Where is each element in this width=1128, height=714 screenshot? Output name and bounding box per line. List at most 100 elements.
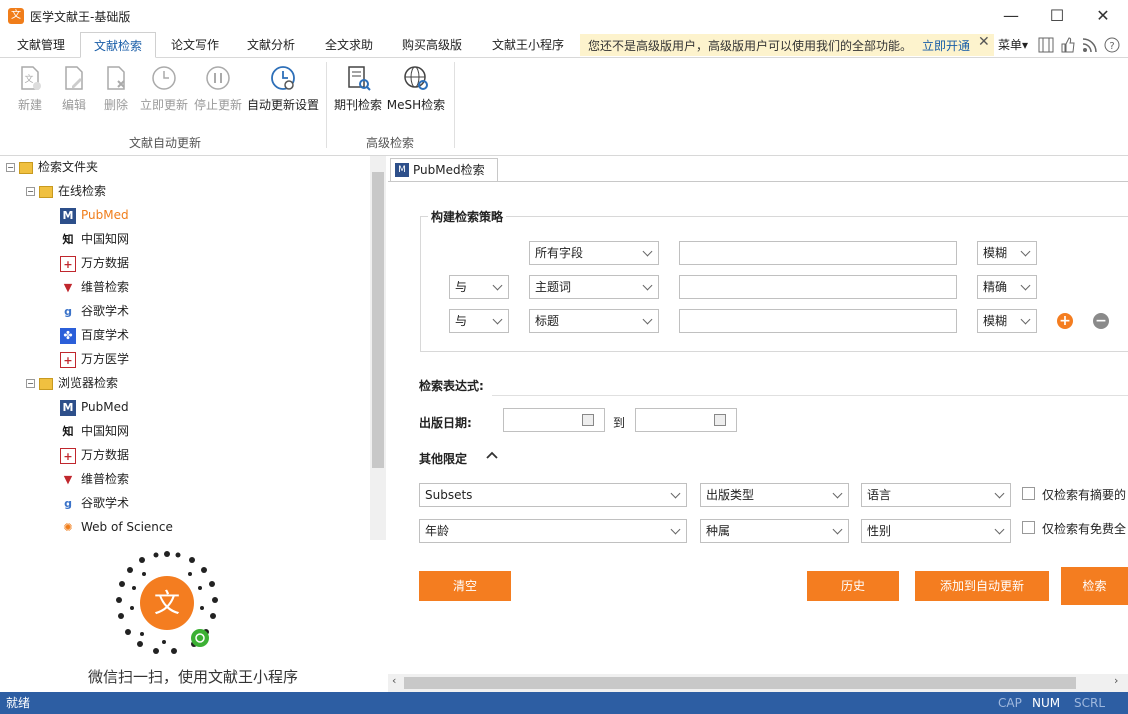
layout-icon[interactable] [1038, 37, 1054, 53]
tree-item-wos-browser[interactable]: ✺ Web of Science [60, 516, 172, 538]
minimize-button[interactable]: — [988, 0, 1034, 32]
qr-area: 文 微信扫一扫，使用文献王小程序 [0, 540, 386, 692]
tree-item-baidu-scholar-online[interactable]: ✤ 百度学术 [60, 324, 129, 346]
tab-paper-writing[interactable]: 论文写作 [160, 32, 230, 58]
tree-item-google-scholar-browser[interactable]: g 谷歌学术 [60, 492, 129, 514]
new-button-label: 新建 [17, 98, 42, 112]
status-bar: 就绪 CAP NUM SCRL [0, 692, 1128, 714]
clock-gear-icon [271, 66, 295, 90]
field-select-2[interactable]: 主题词 [529, 275, 659, 299]
status-text: 就绪 [6, 696, 31, 710]
delete-button-label: 删除 [103, 98, 128, 112]
expression-field[interactable] [492, 372, 1128, 396]
promo-activate-link[interactable]: 立即开通 [922, 37, 970, 54]
sex-select[interactable]: 性别 [861, 519, 1011, 543]
edit-button[interactable]: 编辑 [56, 64, 92, 116]
age-select[interactable]: 年龄 [419, 519, 687, 543]
stop-update-button[interactable]: 停止更新 [192, 64, 244, 116]
search-button[interactable]: 检索 [1061, 567, 1128, 605]
search-term-input-1[interactable] [679, 241, 957, 265]
close-button[interactable]: ✕ [1080, 0, 1126, 32]
calendar-icon[interactable] [582, 414, 594, 426]
menu-dropdown[interactable]: 菜单▾ [998, 36, 1028, 53]
menu-bar: 文献管理 文献检索 论文写作 文献分析 全文求助 购买高级版 文献王小程序 您还… [0, 32, 1128, 58]
window-title: 医学文献王-基础版 [30, 10, 131, 24]
add-auto-update-button[interactable]: 添加到自动更新 [915, 571, 1049, 601]
new-button[interactable]: 文 新建 [12, 64, 48, 116]
search-term-input-3[interactable] [679, 309, 957, 333]
scroll-left-icon[interactable]: ‹ [392, 674, 396, 687]
auto-update-settings-button[interactable]: 自动更新设置 [246, 64, 320, 116]
mesh-search-button[interactable]: MeSH检索 [386, 64, 446, 116]
history-button[interactable]: 历史 [807, 571, 899, 601]
publication-type-select[interactable]: 出版类型 [700, 483, 849, 507]
help-icon[interactable]: ? [1104, 37, 1120, 53]
tree-item-label: 万方数据 [81, 448, 130, 462]
maximize-button[interactable]: ☐ [1034, 0, 1080, 32]
tab-fulltext-request[interactable]: 全文求助 [314, 32, 384, 58]
wanfang-icon: + [60, 447, 76, 464]
tree-item-pubmed-online[interactable]: M PubMed [60, 204, 129, 226]
cnki-icon: 知 [62, 424, 74, 438]
date-from-picker[interactable] [503, 408, 605, 432]
abstract-only-label: 仅检索有摘要的 [1042, 488, 1127, 502]
tree-item-wanfang-browser[interactable]: + 万方数据 [60, 444, 129, 466]
free-fulltext-checkbox[interactable] [1022, 521, 1035, 534]
tree-item-google-scholar-online[interactable]: g 谷歌学术 [60, 300, 129, 322]
tab-literature-search[interactable]: 文献检索 [80, 32, 156, 58]
search-term-input-2[interactable] [679, 275, 957, 299]
tab-buy-premium[interactable]: 购买高级版 [392, 32, 472, 58]
operator-select-2[interactable]: 与 [449, 275, 509, 299]
tree-item-vip-online[interactable]: ▼ 维普检索 [60, 276, 129, 298]
match-select-3[interactable]: 模糊 [977, 309, 1037, 333]
free-fulltext-label: 仅检索有免费全 [1042, 522, 1127, 536]
operator-select-3[interactable]: 与 [449, 309, 509, 333]
tree-scrollbar-thumb[interactable] [372, 172, 384, 468]
tab-literature-analysis[interactable]: 文献分析 [236, 32, 306, 58]
match-select-1[interactable]: 模糊 [977, 241, 1037, 265]
delete-button[interactable]: 删除 [98, 64, 134, 116]
tree-item-vip-browser[interactable]: ▼ 维普检索 [60, 468, 129, 490]
collapse-icon[interactable]: − [26, 187, 35, 196]
subsets-select[interactable]: Subsets [419, 483, 687, 507]
clear-button[interactable]: 清空 [419, 571, 511, 601]
date-to-label: 到 [613, 416, 626, 430]
calendar-icon[interactable] [714, 414, 726, 426]
date-to-picker[interactable] [635, 408, 737, 432]
update-now-button[interactable]: 立即更新 [138, 64, 190, 116]
tab-literature-management[interactable]: 文献管理 [6, 32, 76, 58]
tree-group-browser[interactable]: − 浏览器检索 [26, 372, 118, 394]
horizontal-scrollbar[interactable]: ‹ › [388, 674, 1128, 692]
promo-close-icon[interactable]: ✕ [978, 34, 990, 50]
scroll-right-icon[interactable]: › [1114, 674, 1118, 687]
language-select[interactable]: 语言 [861, 483, 1011, 507]
species-select[interactable]: 种属 [700, 519, 849, 543]
thumbs-up-icon[interactable] [1060, 37, 1076, 53]
tree-item-wanfang-med-online[interactable]: + 万方医学 [60, 348, 129, 370]
add-row-icon[interactable]: + [1057, 313, 1073, 329]
abstract-only-checkbox[interactable] [1022, 487, 1035, 500]
tree-item-label: PubMed [81, 208, 129, 222]
tree-scrollbar[interactable] [370, 156, 386, 540]
tree-item-cnki-browser[interactable]: 知中国知网 [60, 420, 130, 442]
update-now-label: 立即更新 [139, 98, 188, 112]
tab-pubmed-search[interactable]: M PubMed检索 [390, 158, 498, 182]
collapse-icon[interactable]: − [6, 163, 15, 172]
field-select-3[interactable]: 标题 [529, 309, 659, 333]
field-select-1[interactable]: 所有字段 [529, 241, 659, 265]
collapse-icon[interactable]: − [26, 379, 35, 388]
remove-row-icon[interactable]: − [1093, 313, 1109, 329]
tree-item-wanfang-online[interactable]: + 万方数据 [60, 252, 129, 274]
tree-group-online[interactable]: − 在线检索 [26, 180, 106, 202]
google-scholar-icon: g [64, 496, 72, 510]
tree-item-pubmed-browser[interactable]: M PubMed [60, 396, 129, 418]
chevron-up-icon[interactable] [485, 449, 499, 461]
tree-root[interactable]: − 检索文件夹 [6, 156, 98, 178]
journal-search-button[interactable]: 期刊检索 [332, 64, 384, 116]
horizontal-scrollbar-thumb[interactable] [404, 677, 1076, 689]
tab-mini-program[interactable]: 文献王小程序 [482, 32, 574, 58]
group-label-auto-update: 文献自动更新 [128, 136, 201, 150]
match-select-2[interactable]: 精确 [977, 275, 1037, 299]
tree-item-cnki-online[interactable]: 知中国知网 [60, 228, 130, 250]
rss-icon[interactable] [1082, 37, 1098, 53]
